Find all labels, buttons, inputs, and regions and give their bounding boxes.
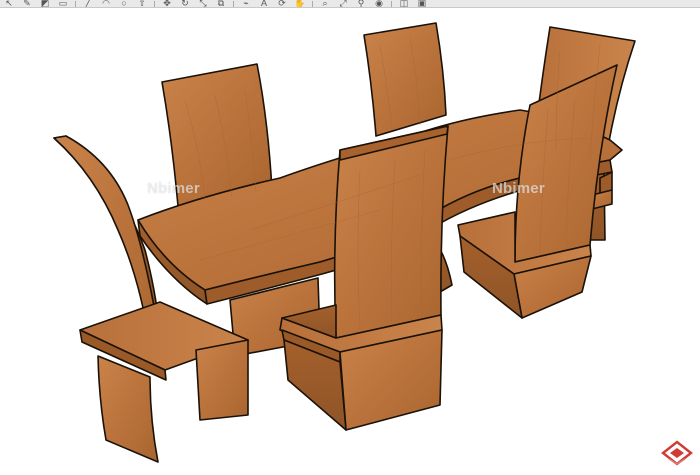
eraser-tool[interactable]: ✎	[18, 0, 36, 7]
tape-tool[interactable]: ⌁	[237, 0, 255, 7]
walk-tool[interactable]: ⚲	[352, 0, 370, 7]
move-tool[interactable]: ✥	[158, 0, 176, 7]
line-tool[interactable]: ╱	[79, 0, 97, 7]
model-canvas[interactable]	[0, 8, 700, 470]
section-tool[interactable]: ◫	[395, 0, 413, 7]
watermark-left: Nbimer	[147, 180, 200, 197]
zoom-tool[interactable]: ⌕	[316, 0, 334, 7]
paint-tool[interactable]: ◩	[36, 0, 54, 7]
rotate-tool[interactable]: ↻	[176, 0, 194, 7]
select-tool[interactable]: ↖	[0, 0, 18, 7]
orbit-tool[interactable]: ⟳	[273, 0, 291, 7]
watermark-right: Nbimer	[492, 180, 545, 197]
sketchup-window: ↖ ✎ ◩ ▭ ╱ ◠ ○ ⇧ ✥ ↻ ⤡ ⧉ ⌁ A ⟳ ✋ ⌕ ⤢ ⚲ ◉ ◫ ▣	[0, 0, 700, 470]
site-logo-icon	[661, 440, 693, 466]
arc-tool[interactable]: ◠	[97, 0, 115, 7]
circle-tool[interactable]: ○	[115, 0, 133, 7]
toolbar-separator	[75, 0, 76, 7]
scale-tool[interactable]: ⤡	[194, 0, 212, 7]
toolbar-separator	[312, 0, 313, 7]
toolbar-separator	[154, 0, 155, 7]
rectangle-tool[interactable]: ▭	[54, 0, 72, 7]
toolbar-separator	[391, 0, 392, 7]
chair-back-middle[interactable]	[363, 22, 447, 137]
pan-tool[interactable]: ✋	[291, 0, 309, 7]
offset-tool[interactable]: ⧉	[212, 0, 230, 7]
toolbar-separator	[233, 0, 234, 7]
toolbar: ↖ ✎ ◩ ▭ ╱ ◠ ○ ⇧ ✥ ↻ ⤡ ⧉ ⌁ A ⟳ ✋ ⌕ ⤢ ⚲ ◉ ◫ ▣	[0, 0, 700, 8]
look-tool[interactable]: ◉	[370, 0, 388, 7]
push-pull-tool[interactable]: ⇧	[133, 0, 151, 7]
paint-bucket-tool[interactable]: ▣	[413, 0, 431, 7]
zoom-extents-tool[interactable]: ⤢	[334, 0, 352, 7]
text-tool[interactable]: A	[255, 0, 273, 7]
model-viewport[interactable]: Nbimer Nbimer	[0, 8, 700, 470]
